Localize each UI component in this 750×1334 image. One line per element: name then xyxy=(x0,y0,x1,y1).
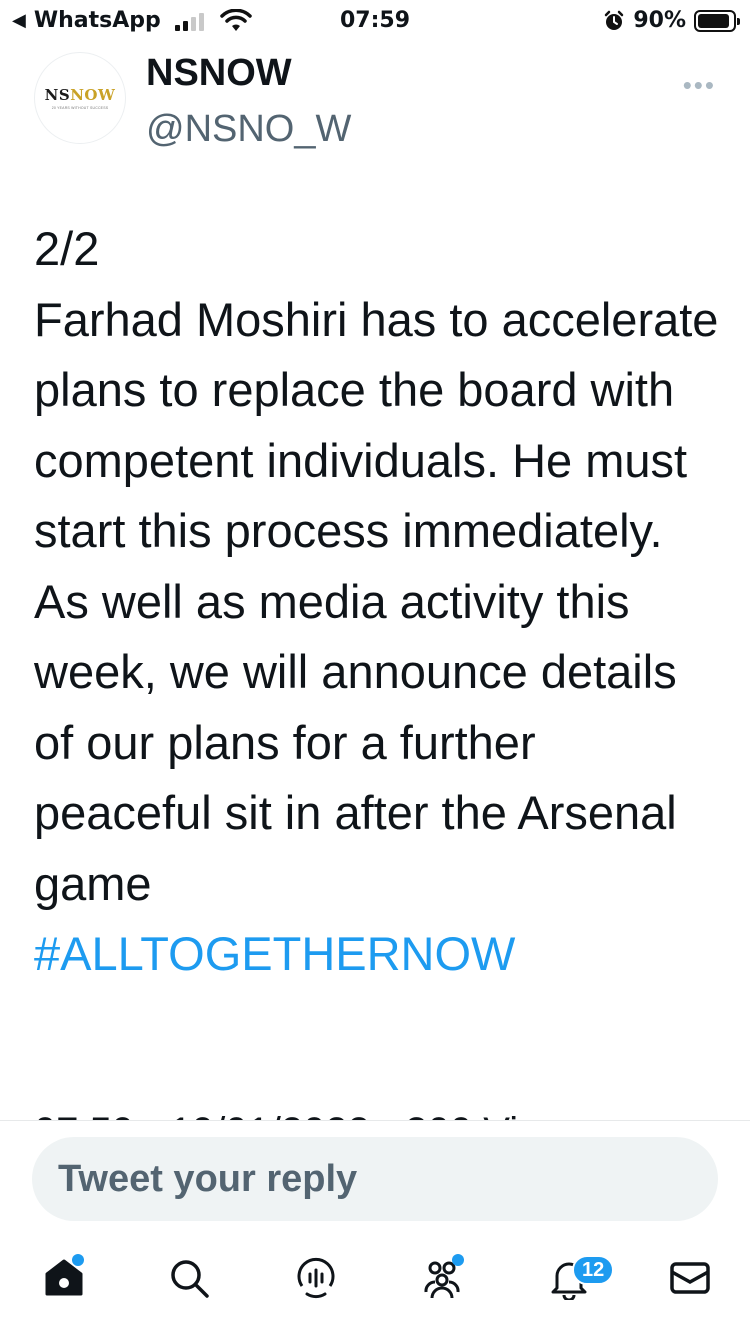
messages-icon xyxy=(670,1262,710,1294)
spaces-icon xyxy=(297,1257,335,1299)
tweet-body: 2/2 Farhad Moshiri has to accelerate pla… xyxy=(34,222,719,910)
tab-spaces[interactable] xyxy=(292,1254,340,1302)
home-unread-dot xyxy=(72,1254,84,1266)
reply-box[interactable] xyxy=(32,1137,718,1221)
avatar-logo: NSNOW xyxy=(44,86,116,104)
notifications-badge: 12 xyxy=(572,1255,615,1285)
tab-messages[interactable] xyxy=(666,1254,714,1302)
battery-icon xyxy=(694,9,740,32)
author-handle[interactable]: @NSNO_W xyxy=(146,108,351,151)
tweet-meta: 07:59 · 19/01/2022 · 300 Vi xyxy=(34,1102,518,1122)
battery-level xyxy=(698,13,729,28)
search-icon xyxy=(171,1260,209,1298)
avatar-tagline: 20 YEARS WITHOUT SUCCESS xyxy=(51,106,109,110)
communities-unread-dot xyxy=(452,1254,464,1266)
avatar[interactable]: NSNOW 20 YEARS WITHOUT SUCCESS xyxy=(34,52,126,144)
more-options-icon[interactable]: ••• xyxy=(683,72,716,98)
tab-search[interactable] xyxy=(165,1254,213,1302)
reply-input[interactable] xyxy=(58,1157,718,1201)
status-bar-right: 90% xyxy=(603,8,740,33)
status-bar: ◀ WhatsApp 07:59 90% xyxy=(0,0,750,42)
hashtag-link[interactable]: #ALLTOGETHERNOW xyxy=(34,927,515,980)
battery-percent: 90% xyxy=(633,8,686,33)
author-display-name[interactable]: NSNOW xyxy=(146,52,292,95)
bottom-tab-bar xyxy=(0,1226,750,1334)
tweet-text: 2/2 Farhad Moshiri has to accelerate pla… xyxy=(34,214,724,990)
alarm-icon xyxy=(605,10,624,30)
